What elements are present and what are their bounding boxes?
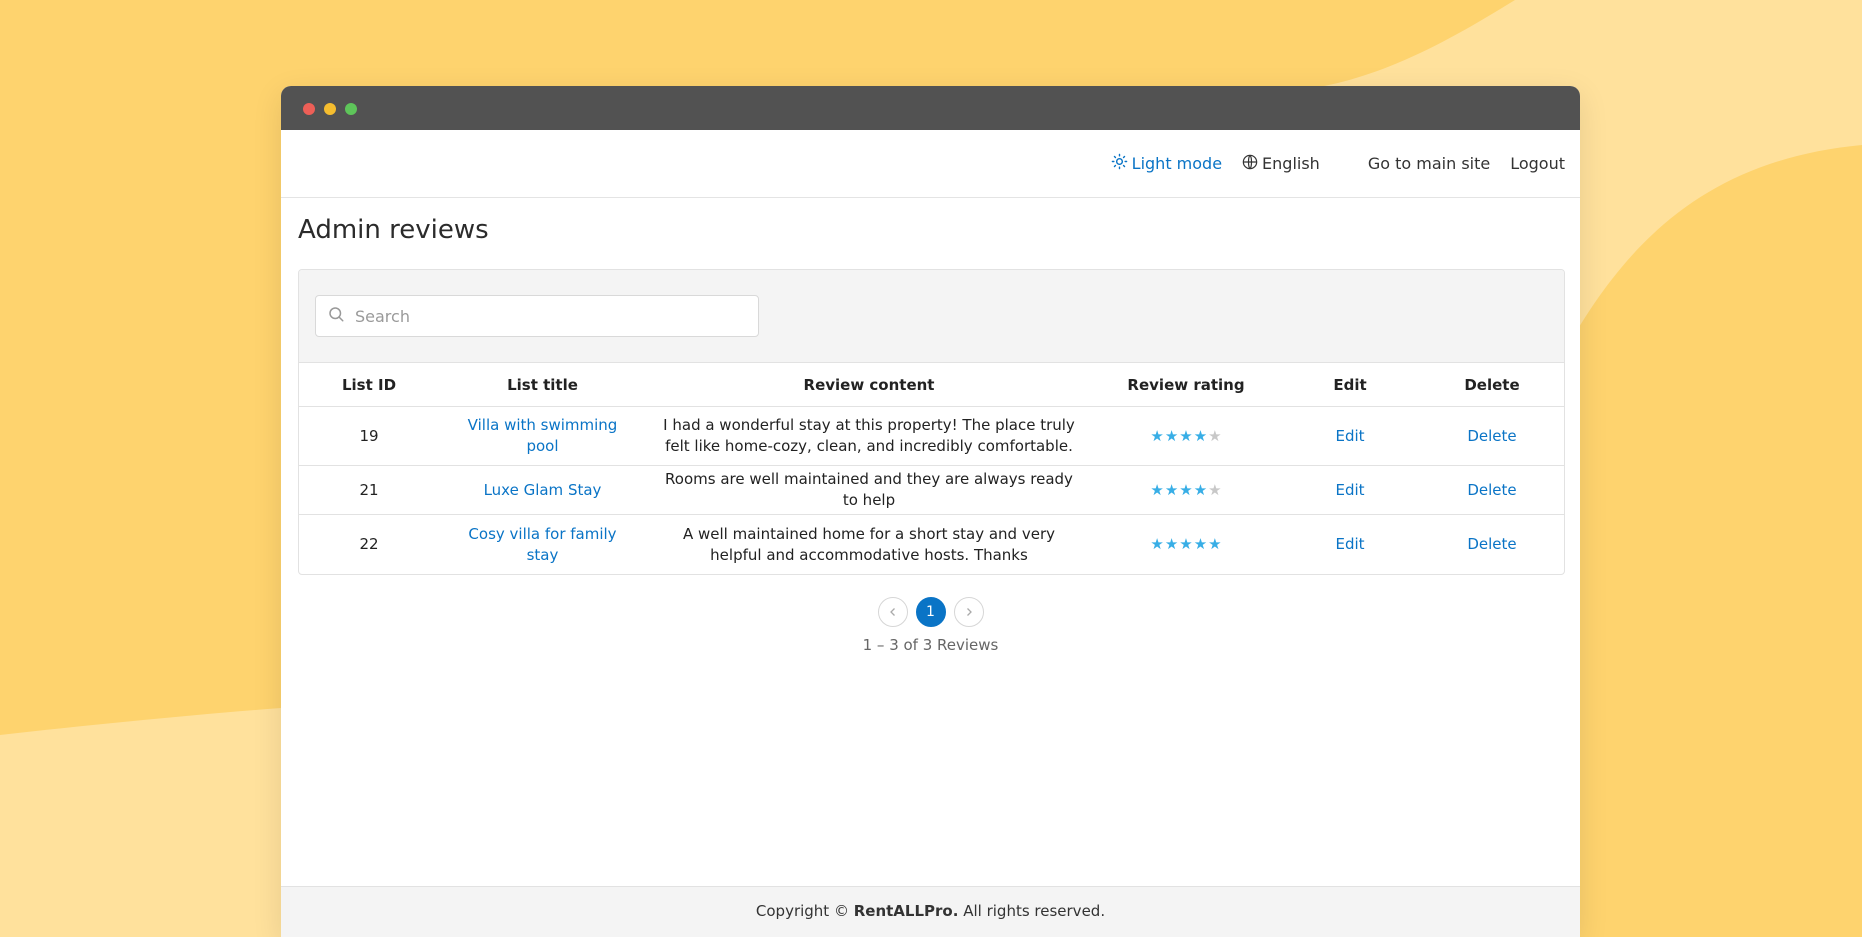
list-id-cell: 19 [299,406,439,466]
star-filled-icon: ★ [1150,426,1164,445]
footer-brand: RentALLPro. [853,902,959,920]
edit-link[interactable]: Edit [1335,427,1364,445]
column-header-list-title[interactable]: List title [439,363,646,407]
edit-link[interactable]: Edit [1335,481,1364,499]
search-box [315,295,759,337]
column-header-review-content[interactable]: Review content [646,363,1092,407]
star-filled-icon: ★ [1179,426,1193,445]
delete-link[interactable]: Delete [1467,535,1516,553]
list-title-link[interactable]: Cosy villa for family stay [468,525,616,564]
star-filled-icon: ★ [1164,426,1179,445]
review-content-cell: I had a wonderful stay at this property!… [646,406,1092,466]
pagination-summary: 1 – 3 of 3 Reviews [862,636,999,654]
next-page-button[interactable] [953,597,984,627]
star-rating: ★ ★ ★ ★ ★ [1150,480,1222,499]
column-header-edit: Edit [1280,363,1420,407]
list-id-cell: 21 [299,465,439,515]
star-filled-icon: ★ [1208,535,1222,553]
table-row: 19 Villa with swimming pool I had a wond… [299,406,1564,466]
footer-copyright-prefix: Copyright © [755,902,849,920]
logout-link[interactable]: Logout [1510,154,1565,173]
star-filled-icon: ★ [1179,535,1193,553]
delete-link[interactable]: Delete [1467,481,1516,499]
language-label: English [1262,154,1320,173]
delete-link[interactable]: Delete [1467,427,1516,445]
list-title-link[interactable]: Villa with swimming pool [468,416,618,455]
reviews-card: List ID List title Review content Review… [298,269,1565,575]
star-filled-icon: ★ [1150,480,1164,499]
column-header-delete: Delete [1420,363,1564,407]
chevron-right-icon [966,608,972,616]
top-navbar: Light mode English Go to main site Logou… [281,130,1580,198]
star-filled-icon: ★ [1193,535,1208,553]
chevron-left-icon [889,608,895,616]
page-footer: Copyright © RentALLPro. All rights reser… [281,886,1580,937]
table-header-row: List ID List title Review content Review… [299,363,1564,407]
star-filled-icon: ★ [1179,480,1193,499]
browser-window: Light mode English Go to main site Logou… [281,86,1580,937]
search-icon [316,305,353,327]
star-filled-icon: ★ [1164,480,1179,499]
card-header [299,270,1564,363]
table-row: 22 Cosy villa for family stay A well mai… [299,515,1564,575]
star-rating: ★ ★ ★ ★ ★ [1150,426,1222,445]
list-id-cell: 22 [359,535,379,553]
search-input[interactable] [353,305,737,327]
minimize-window-dot[interactable] [324,103,336,115]
sun-icon [1111,153,1132,174]
light-mode-toggle[interactable]: Light mode [1111,153,1222,174]
reviews-table: List ID List title Review content Review… [299,363,1564,574]
go-to-main-site-link[interactable]: Go to main site [1368,154,1490,173]
column-header-review-rating[interactable]: Review rating [1092,363,1280,407]
footer-rights: All rights reserved. [963,902,1106,920]
prev-page-button[interactable] [877,597,908,627]
star-empty-icon: ★ [1208,426,1222,445]
column-header-list-id[interactable]: List ID [299,363,439,407]
list-title-link[interactable]: Luxe Glam Stay [484,481,602,499]
page-1-button[interactable]: 1 [915,597,946,627]
edit-link[interactable]: Edit [1335,535,1364,553]
globe-icon [1242,154,1262,174]
language-selector[interactable]: English [1242,154,1320,174]
star-filled-icon: ★ [1150,535,1164,553]
table-row: 21 Luxe Glam Stay Rooms are well maintai… [299,465,1564,515]
light-mode-label: Light mode [1131,154,1223,173]
maximize-window-dot[interactable] [345,103,357,115]
page-title: Admin reviews [298,215,489,245]
star-filled-icon: ★ [1164,535,1179,553]
star-empty-icon: ★ [1208,480,1222,499]
close-window-dot[interactable] [303,103,315,115]
star-filled-icon: ★ [1193,426,1208,445]
window-titlebar [281,86,1580,130]
pagination: 1 [281,597,1580,627]
review-content-cell: Rooms are well maintained and they are a… [646,465,1092,515]
review-content-cell: A well maintained home for a short stay … [682,524,1055,564]
star-rating: ★ ★ ★ ★ ★ [1150,537,1221,552]
star-filled-icon: ★ [1193,480,1208,499]
